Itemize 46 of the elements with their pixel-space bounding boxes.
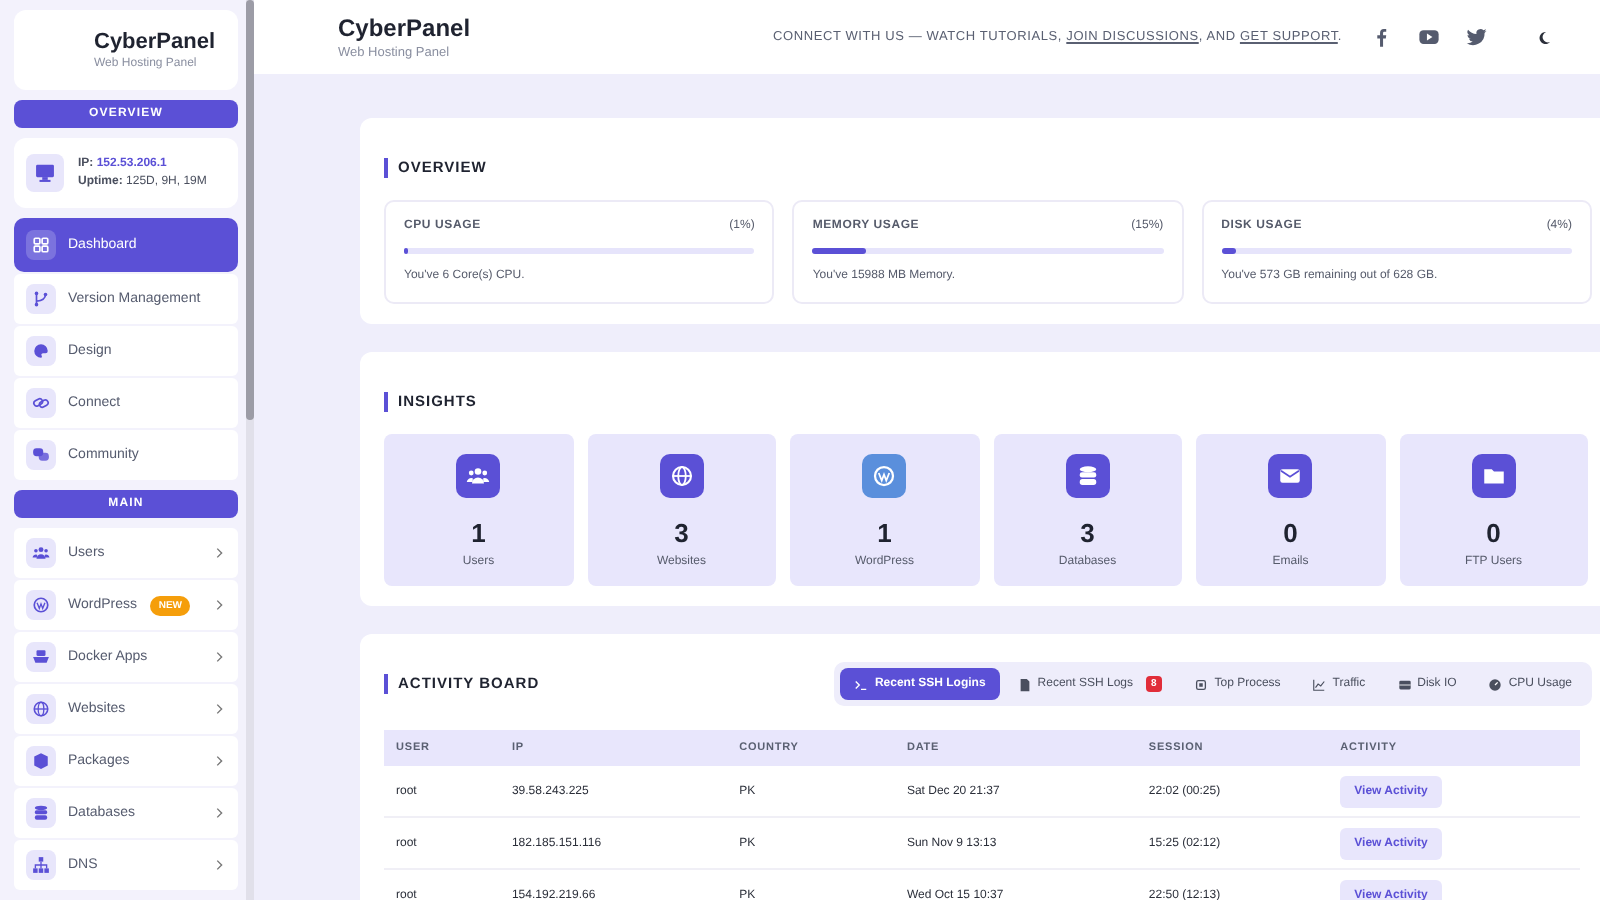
stat-count: 3 — [674, 517, 689, 547]
users-icon-glyph — [32, 544, 50, 562]
database-glyph — [1075, 463, 1100, 487]
stat-count: 1 — [877, 517, 892, 547]
twitter-icon — [1466, 26, 1488, 48]
database-icon-glyph — [32, 804, 50, 822]
globe-icon-glyph — [32, 700, 50, 718]
stat-count: 1 — [471, 517, 486, 547]
folder-glyph — [1481, 463, 1506, 487]
stat-count: 0 — [1486, 517, 1501, 547]
chevron-icon — [212, 858, 226, 872]
chevron-icon — [212, 702, 226, 716]
stat-count: 0 — [1283, 517, 1298, 547]
globe-glyph — [669, 463, 694, 487]
branch-icon-glyph — [32, 290, 50, 308]
twitter-button[interactable] — [1466, 26, 1488, 48]
app-title: CyberPanel — [338, 14, 473, 42]
scrollbar[interactable] — [246, 0, 254, 900]
stat-count: 3 — [1080, 517, 1095, 547]
chevron-icon — [212, 598, 226, 612]
drive-icon — [1397, 677, 1412, 691]
chip-icon — [1194, 677, 1209, 691]
brand-name: CyberPanel — [94, 30, 218, 54]
ship-icon-glyph — [32, 648, 50, 666]
chevron-icon — [212, 650, 226, 664]
chevron-icon — [212, 806, 226, 820]
palette-icon-glyph — [32, 342, 50, 360]
wordpress-glyph — [872, 463, 897, 487]
file-icon — [1017, 677, 1032, 691]
moon-icon — [1535, 29, 1551, 45]
youtube-button[interactable] — [1418, 26, 1440, 48]
line-chart-icon — [1312, 677, 1327, 691]
network-tree-icon-glyph — [32, 856, 50, 874]
chat-bubbles-icon-glyph — [32, 446, 50, 464]
users-glyph — [466, 463, 491, 487]
gauge-icon — [1488, 677, 1503, 691]
envelope-glyph — [1278, 463, 1303, 487]
link-icon-glyph — [32, 394, 50, 412]
monitor-glyph — [34, 162, 56, 184]
wordpress-icon-glyph — [32, 596, 50, 614]
youtube-icon — [1418, 26, 1440, 48]
package-icon-glyph — [32, 752, 50, 770]
chevron-icon — [212, 754, 226, 768]
terminal-icon — [854, 677, 869, 691]
chevron-icon — [212, 546, 226, 560]
dashboard-icon-glyph — [32, 236, 50, 254]
